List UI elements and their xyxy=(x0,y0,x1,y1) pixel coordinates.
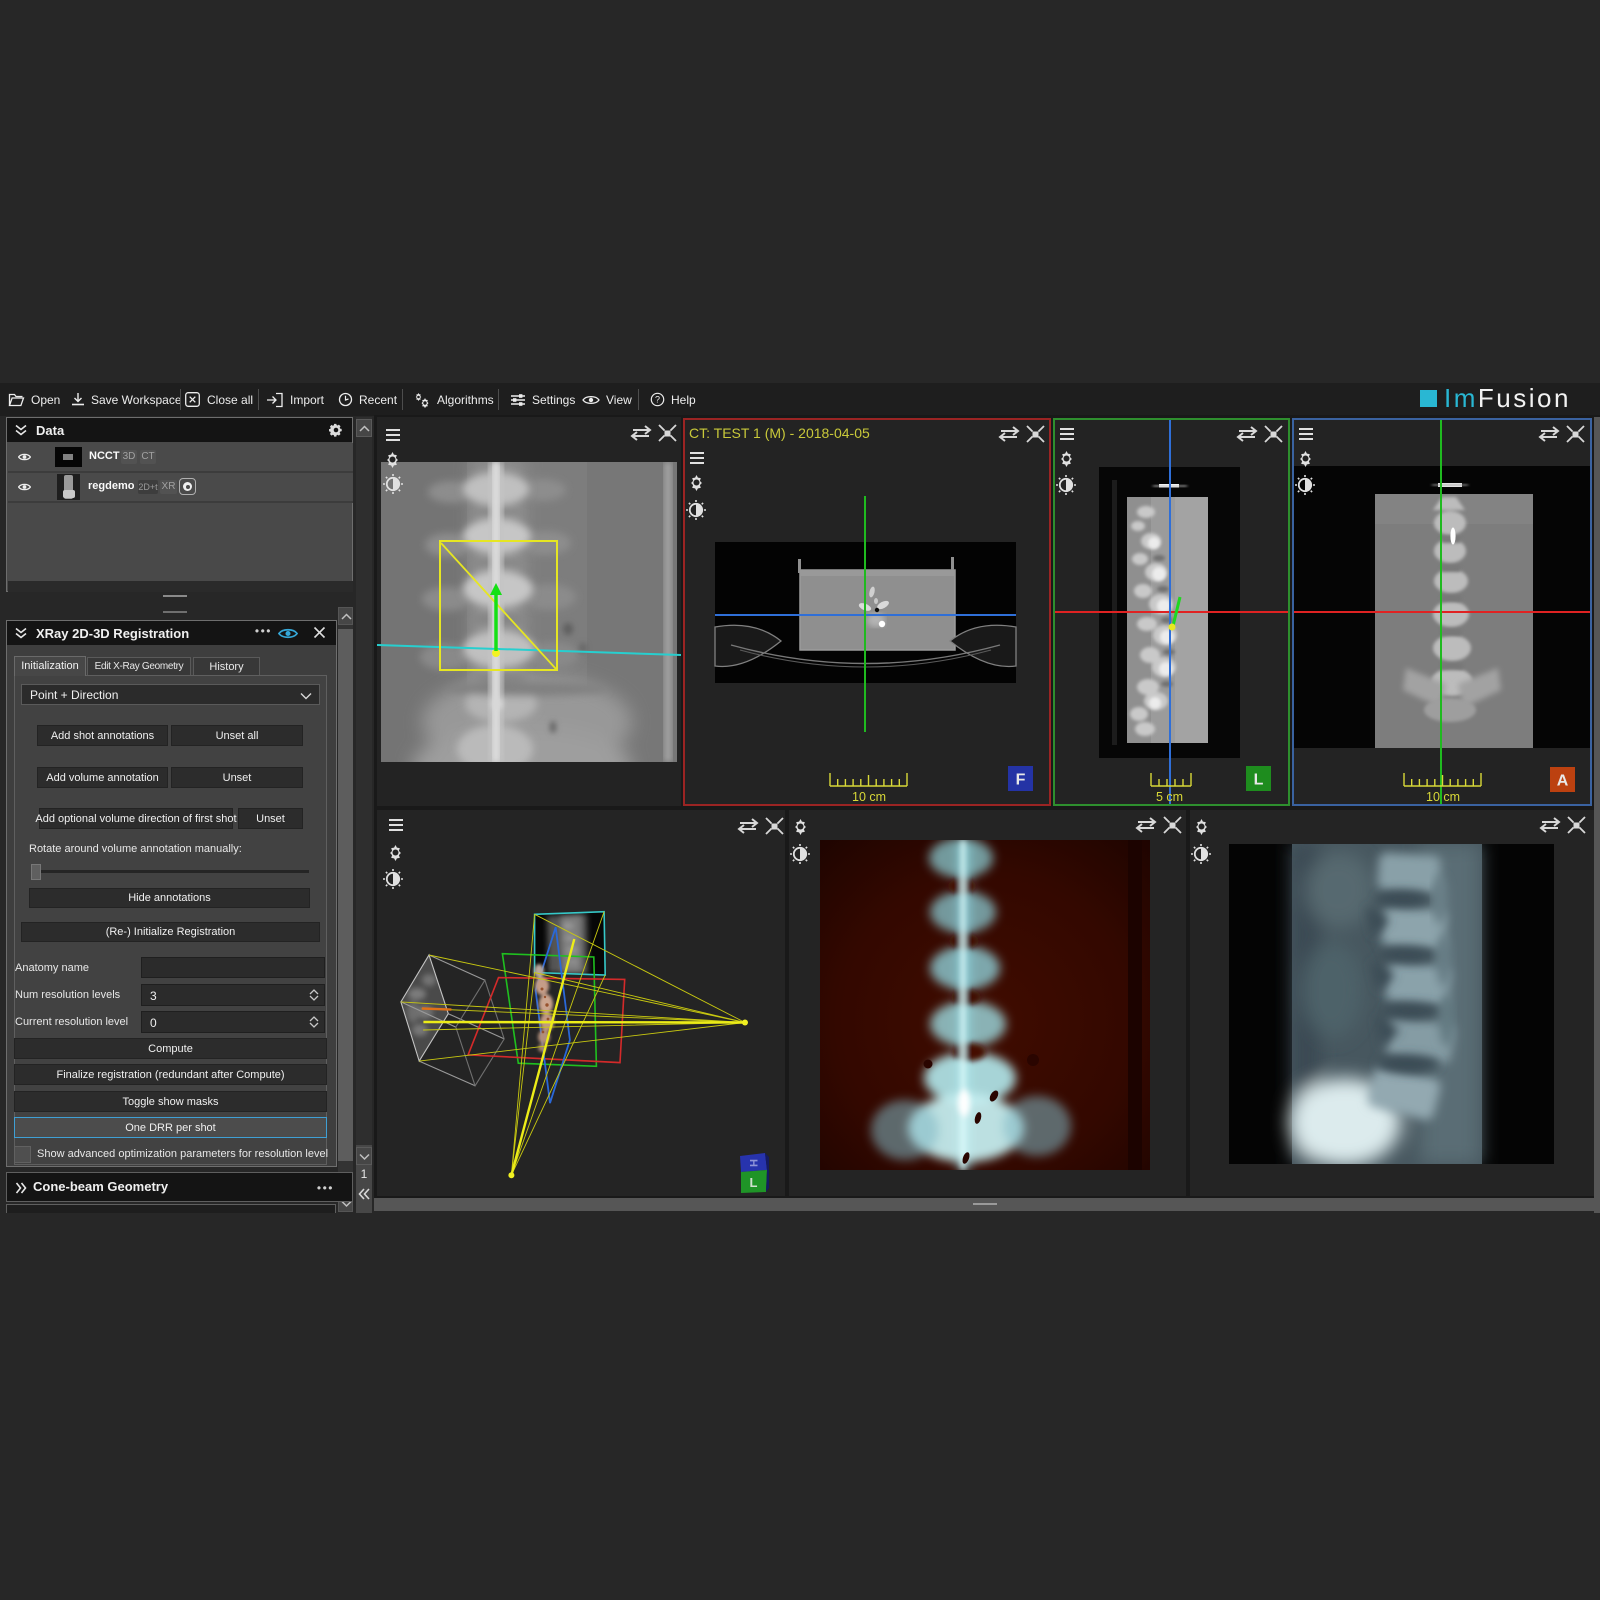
svg-text:A: A xyxy=(1557,773,1569,790)
svg-text:L: L xyxy=(1254,772,1264,789)
svg-text:?: ? xyxy=(655,395,660,405)
svg-text:10 cm: 10 cm xyxy=(1426,790,1460,804)
svg-text:CT: TEST 1 (M) - 2018-04-05: CT: TEST 1 (M) - 2018-04-05 xyxy=(689,425,870,441)
svg-text:5 cm: 5 cm xyxy=(1156,790,1183,804)
svg-text:F: F xyxy=(1016,772,1026,789)
svg-text:10 cm: 10 cm xyxy=(852,790,886,804)
svg-text:L: L xyxy=(750,1175,758,1190)
svg-text:H: H xyxy=(747,1159,759,1167)
